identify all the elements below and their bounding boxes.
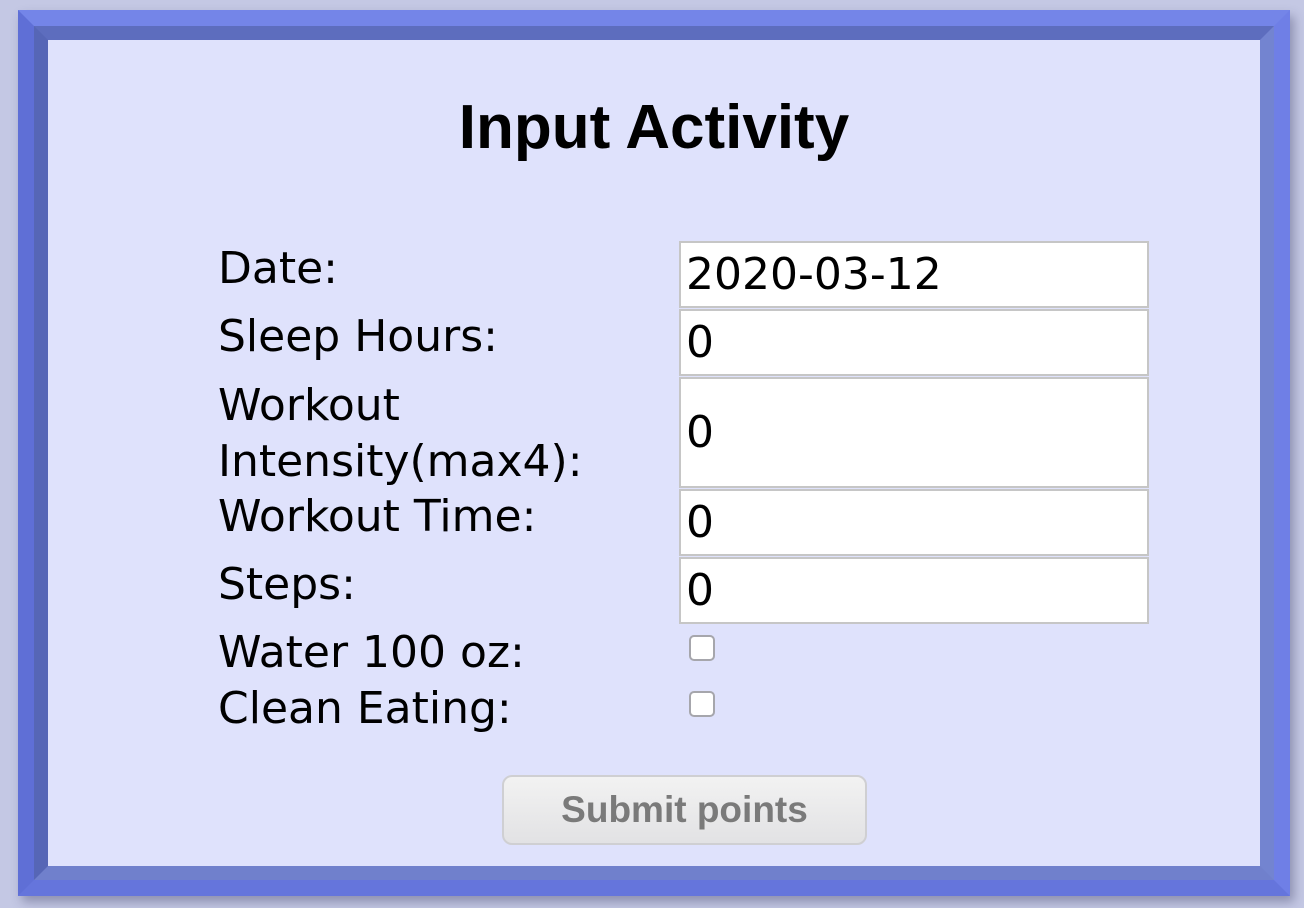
form-panel: Input Activity Date: Sleep Hours: Workou… [34, 26, 1274, 880]
water-checkbox[interactable] [689, 635, 715, 661]
workout-intensity-label-line2: Intensity(max4): [218, 436, 583, 487]
workout-time-label: Workout Time: [218, 491, 537, 542]
steps-label: Steps: [218, 559, 356, 610]
page-title: Input Activity [458, 93, 850, 162]
water-label: Water 100 oz: [218, 627, 525, 678]
workout-intensity-label-line1: Workout [218, 380, 400, 431]
submit-button[interactable]: Submit points [502, 775, 867, 845]
workout-time-input[interactable] [679, 489, 1149, 556]
date-input[interactable] [679, 241, 1149, 308]
sleep-hours-input[interactable] [679, 309, 1149, 376]
clean-eating-checkbox[interactable] [689, 691, 715, 717]
steps-input[interactable] [679, 557, 1149, 624]
date-label: Date: [218, 243, 338, 294]
outer-frame: Input Activity Date: Sleep Hours: Workou… [18, 10, 1290, 896]
clean-eating-label: Clean Eating: [218, 683, 512, 734]
workout-intensity-input[interactable] [679, 377, 1149, 488]
sleep-hours-label: Sleep Hours: [218, 311, 498, 362]
